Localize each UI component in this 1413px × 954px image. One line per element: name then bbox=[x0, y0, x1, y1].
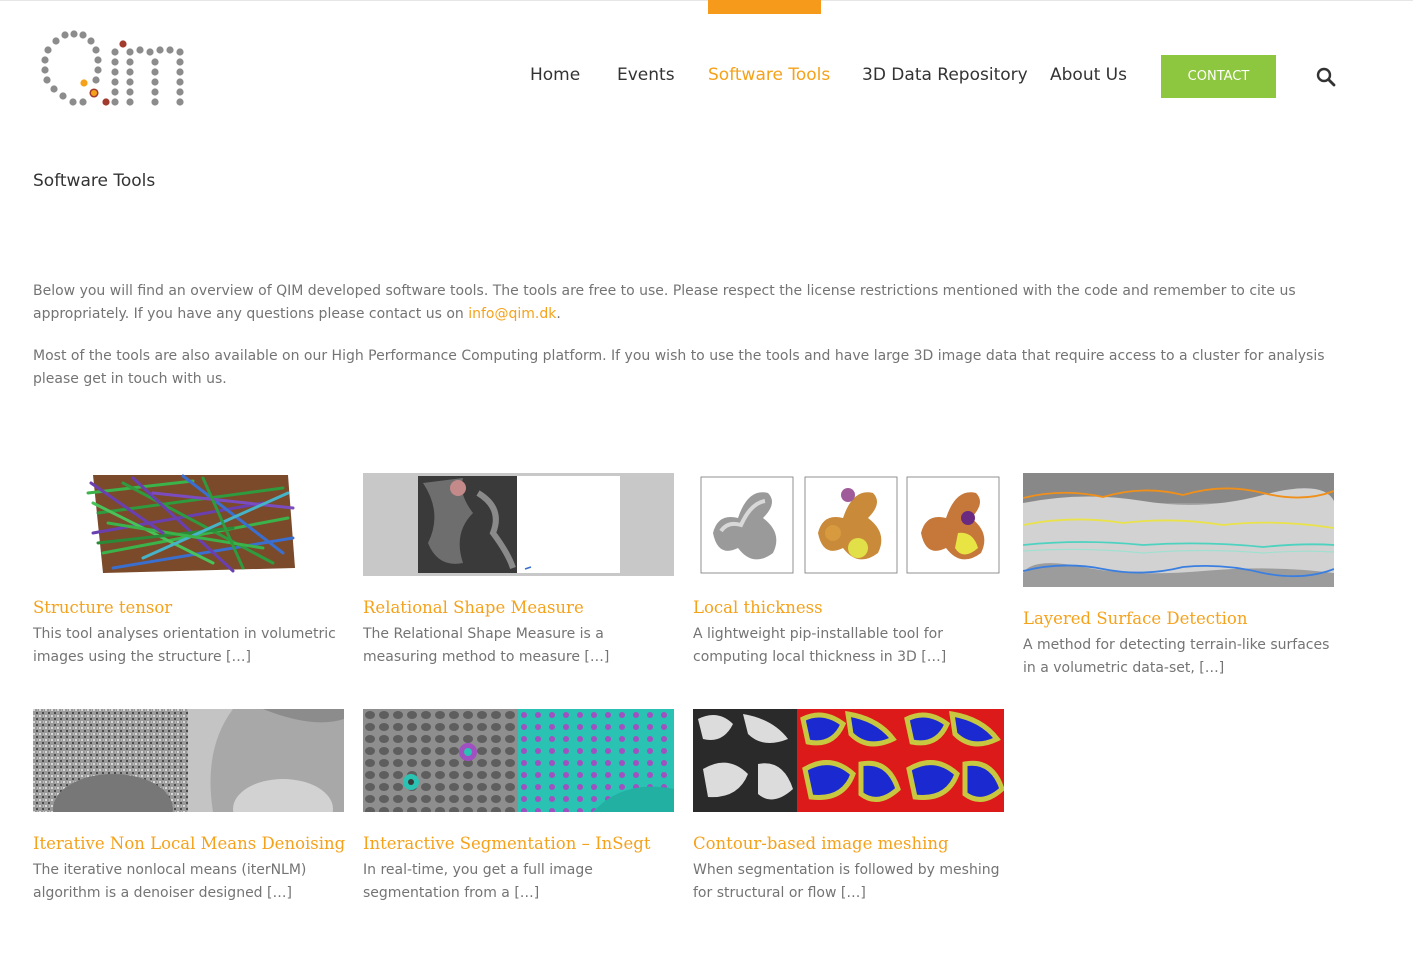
nav-item-home[interactable]: Home bbox=[530, 64, 580, 86]
relational-shape-measure-thumbnail[interactable] bbox=[363, 473, 674, 576]
header-top-border bbox=[0, 0, 1413, 1]
tool-card-insegt: Interactive Segmentation – InSegt In rea… bbox=[363, 709, 674, 904]
tool-card-contour-meshing: Contour-based image meshing When segment… bbox=[693, 709, 1004, 904]
tool-excerpt-insegt: In real-time, you get a full image segme… bbox=[363, 862, 593, 901]
tool-card-local-thickness: Local thickness A lightweight pip-instal… bbox=[693, 473, 1004, 668]
tool-title-local-thickness[interactable]: Local thickness bbox=[693, 598, 1004, 617]
nav-item-about-us[interactable]: About Us bbox=[1050, 64, 1127, 86]
tool-card-structure-tensor: Structure tensor This tool analyses orie… bbox=[33, 473, 344, 668]
intro-text: Below you will find an overview of QIM d… bbox=[33, 280, 1338, 410]
tool-excerpt-relational-shape-measure: The Relational Shape Measure is a measur… bbox=[363, 626, 610, 665]
tool-title-layered-surface-detection[interactable]: Layered Surface Detection bbox=[1023, 609, 1334, 628]
nav-item-3d-data-repository[interactable]: 3D Data Repository bbox=[862, 64, 1028, 86]
tool-title-insegt[interactable]: Interactive Segmentation – InSegt bbox=[363, 834, 674, 853]
nav-item-events[interactable]: Events bbox=[617, 64, 675, 86]
tool-title-iterative-nlm-denoising[interactable]: Iterative Non Local Means Denoising bbox=[33, 834, 345, 853]
tool-title-contour-meshing[interactable]: Contour-based image meshing bbox=[693, 834, 1004, 853]
intro-paragraph-1-end: . bbox=[556, 306, 561, 322]
tool-excerpt-contour-meshing: When segmentation is followed by meshing… bbox=[693, 862, 1000, 901]
contour-meshing-thumbnail[interactable] bbox=[693, 709, 1004, 812]
tool-title-structure-tensor[interactable]: Structure tensor bbox=[33, 598, 344, 617]
tool-card-relational-shape-measure: Relational Shape Measure The Relational … bbox=[363, 473, 674, 668]
tool-card-iterative-nlm-denoising: Iterative Non Local Means Denoising The … bbox=[33, 709, 345, 904]
nav-item-software-tools[interactable]: Software Tools bbox=[708, 64, 830, 86]
active-nav-indicator bbox=[708, 0, 821, 14]
page-title: Software Tools bbox=[33, 171, 156, 191]
tool-excerpt-iterative-nlm-denoising: The iterative nonlocal means (iterNLM) a… bbox=[33, 862, 307, 901]
qim-logo[interactable] bbox=[40, 28, 190, 112]
search-icon[interactable] bbox=[1316, 67, 1336, 87]
tool-excerpt-structure-tensor: This tool analyses orientation in volume… bbox=[33, 626, 336, 665]
tool-card-layered-surface-detection: Layered Surface Detection A method for d… bbox=[1023, 473, 1334, 679]
local-thickness-thumbnail[interactable] bbox=[693, 473, 1004, 576]
intro-paragraph-1: Below you will find an overview of QIM d… bbox=[33, 280, 1338, 326]
contact-email-link[interactable]: info@qim.dk bbox=[468, 306, 556, 322]
tool-excerpt-layered-surface-detection: A method for detecting terrain-like surf… bbox=[1023, 637, 1330, 676]
tool-title-relational-shape-measure[interactable]: Relational Shape Measure bbox=[363, 598, 674, 617]
structure-tensor-thumbnail[interactable] bbox=[33, 473, 344, 576]
intro-paragraph-1-text: Below you will find an overview of QIM d… bbox=[33, 283, 1296, 322]
tool-excerpt-local-thickness: A lightweight pip-installable tool for c… bbox=[693, 626, 947, 665]
intro-paragraph-2: Most of the tools are also available on … bbox=[33, 348, 1325, 387]
layered-surface-detection-thumbnail[interactable] bbox=[1023, 473, 1334, 587]
iterative-nlm-denoising-thumbnail[interactable] bbox=[33, 709, 344, 812]
contact-button[interactable]: CONTACT bbox=[1161, 55, 1276, 98]
insegt-thumbnail[interactable] bbox=[363, 709, 674, 812]
